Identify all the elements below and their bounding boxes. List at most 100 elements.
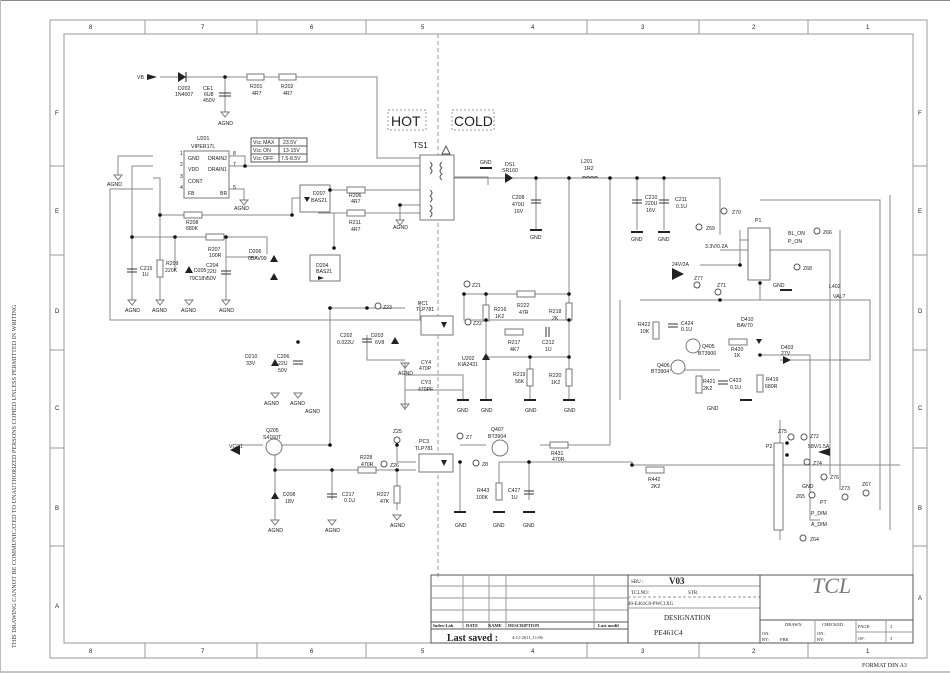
r422-value: 10K bbox=[640, 329, 650, 335]
svg-text:Z8: Z8 bbox=[482, 462, 488, 468]
vcc-off-value: 7.5-8.5V bbox=[281, 156, 301, 162]
resistor-r218-icon bbox=[565, 302, 573, 321]
row-label-right-f: F bbox=[918, 111, 922, 117]
zener-d205-icon bbox=[185, 266, 193, 273]
svg-text:Z67: Z67 bbox=[862, 482, 871, 488]
c210-value: 220U bbox=[645, 201, 658, 207]
transistor-q407-icon bbox=[491, 439, 509, 457]
testpoint-z23[interactable]: Z23 bbox=[374, 302, 392, 311]
c208-value: 470U bbox=[512, 202, 525, 208]
r218-ref: R218 bbox=[549, 309, 562, 315]
r209-value: 220K bbox=[165, 268, 178, 274]
cy3-ref: CY3 bbox=[421, 380, 431, 386]
testpoint-z64[interactable]: Z64 bbox=[799, 534, 819, 543]
q407-ref: Q407 bbox=[491, 427, 504, 433]
zener-d208-icon bbox=[271, 492, 279, 499]
testpoint-z68[interactable]: Z68 bbox=[793, 263, 812, 272]
svg-text:Z68: Z68 bbox=[803, 266, 812, 272]
c202-ref: C202 bbox=[340, 333, 353, 339]
testpoint-z76[interactable]: Z76 bbox=[820, 473, 839, 481]
r219-value: 56K bbox=[515, 379, 525, 385]
r218-value: 2K bbox=[552, 316, 559, 322]
capacitor-c423-icon bbox=[718, 380, 728, 385]
r443-ref: R443 bbox=[477, 488, 490, 494]
resistor-r422-icon bbox=[652, 321, 660, 340]
net-vb-label: VB bbox=[137, 75, 144, 81]
svg-text:Z66: Z66 bbox=[823, 230, 832, 236]
agnd-label-4: AGND bbox=[125, 308, 140, 314]
svg-text:Z72: Z72 bbox=[810, 434, 819, 440]
testpoint-z26[interactable]: Z26 bbox=[380, 460, 399, 469]
c424-value: 0.1U bbox=[681, 327, 692, 333]
c206-rating: 50V bbox=[278, 368, 288, 374]
connector-p2 bbox=[773, 442, 784, 531]
testpoint-z70[interactable]: Z70 bbox=[720, 207, 741, 216]
d204-value: BAS21 bbox=[316, 269, 332, 275]
hot-zone-label: HOT bbox=[391, 113, 421, 129]
part-number: 40-E461C0-PWC1XG bbox=[628, 602, 674, 607]
d206-value: 0BAV99 bbox=[248, 256, 267, 262]
checked-on-label: ON: bbox=[817, 631, 825, 636]
ts1-ref: TS1 bbox=[413, 141, 428, 150]
r220-ref: R220 bbox=[549, 373, 562, 379]
testpoint-z77[interactable]: Z77 bbox=[693, 276, 703, 289]
col-label-bottom-8: 8 bbox=[89, 649, 93, 655]
testpoint-z65[interactable]: Z65 bbox=[796, 491, 816, 500]
testpoint-z8[interactable]: Z8 bbox=[472, 459, 488, 468]
testpoint-z67[interactable]: Z67 bbox=[862, 482, 871, 497]
col-description: DESCRIPTION bbox=[508, 623, 540, 628]
col-label-bottom-4: 4 bbox=[531, 649, 535, 655]
diode-ds1-icon bbox=[505, 173, 513, 183]
testpoint-z7[interactable]: Z7 bbox=[456, 432, 472, 441]
col-label-bottom-7: 7 bbox=[201, 649, 205, 655]
pc3-ref: PC3 bbox=[419, 439, 429, 445]
testpoint-z66[interactable]: Z66 bbox=[813, 227, 832, 236]
testpoint-z25[interactable]: Z25 bbox=[393, 429, 402, 444]
testpoint-z71[interactable]: Z71 bbox=[714, 283, 726, 296]
testpoint-z21[interactable]: Z21 bbox=[463, 280, 481, 289]
optocoupler-pc1 bbox=[420, 315, 454, 336]
u201-pin-vdd: VDD bbox=[188, 167, 199, 173]
resistor-r419-icon bbox=[756, 374, 764, 393]
sbu-label: SBU : bbox=[631, 580, 643, 585]
r420-value: 1K bbox=[734, 353, 741, 359]
svg-text:Z73: Z73 bbox=[841, 486, 850, 492]
output-arrow-24v-icon bbox=[672, 268, 684, 280]
drawn-label: DRAWN bbox=[785, 622, 802, 627]
c206-value: 22U bbox=[278, 361, 288, 367]
gnd-label-12: GND bbox=[773, 283, 785, 289]
r442-value: 2K2 bbox=[651, 484, 660, 490]
diode-d202-icon bbox=[178, 72, 186, 82]
d205-ref: D205 bbox=[194, 268, 207, 274]
ds1-value: SR160 bbox=[502, 168, 518, 174]
testpoint-z72[interactable]: Z72 bbox=[800, 433, 819, 441]
net-a-dim: A_DIM bbox=[811, 522, 827, 528]
gnd-label-2: GND bbox=[530, 235, 542, 241]
testpoint-z73[interactable]: Z73 bbox=[841, 486, 850, 501]
r208-value: 680K bbox=[186, 226, 199, 232]
resistor-r442-icon bbox=[645, 466, 665, 474]
d207-ref: D207 bbox=[313, 191, 326, 197]
r211-value: 4R7 bbox=[351, 227, 361, 233]
agnd-label-11: AGND bbox=[398, 371, 413, 377]
testpoint-z74[interactable]: Z74 bbox=[803, 458, 822, 467]
c208-rating: 16V bbox=[514, 209, 524, 215]
row-label-right-a: A bbox=[918, 596, 922, 602]
testpoint-z69[interactable]: Z69 bbox=[695, 223, 715, 232]
d203-value: 6V8 bbox=[375, 340, 384, 346]
c215-value: 1U bbox=[142, 272, 149, 278]
gnd-label-3: GND bbox=[631, 237, 643, 243]
page-label: PAGE: bbox=[858, 624, 871, 629]
c202-value: 0.022U bbox=[337, 340, 354, 346]
resistor-r443-icon bbox=[495, 482, 503, 501]
d205-value: 79C18V bbox=[189, 276, 208, 282]
row-label-right-b: B bbox=[918, 506, 922, 512]
u201-pin-drain1: DRAIN1 bbox=[208, 167, 227, 173]
checked-label: CHECKED bbox=[822, 622, 844, 627]
input-arrow-icon bbox=[147, 74, 157, 80]
testpoint-z22[interactable]: Z22 bbox=[464, 318, 482, 327]
tclno-label: TCLNO: bbox=[631, 591, 649, 596]
drawn-by-label: BY: bbox=[762, 637, 769, 642]
gnd-label-14: GND bbox=[802, 484, 814, 490]
col-label-top-7: 7 bbox=[201, 25, 205, 31]
